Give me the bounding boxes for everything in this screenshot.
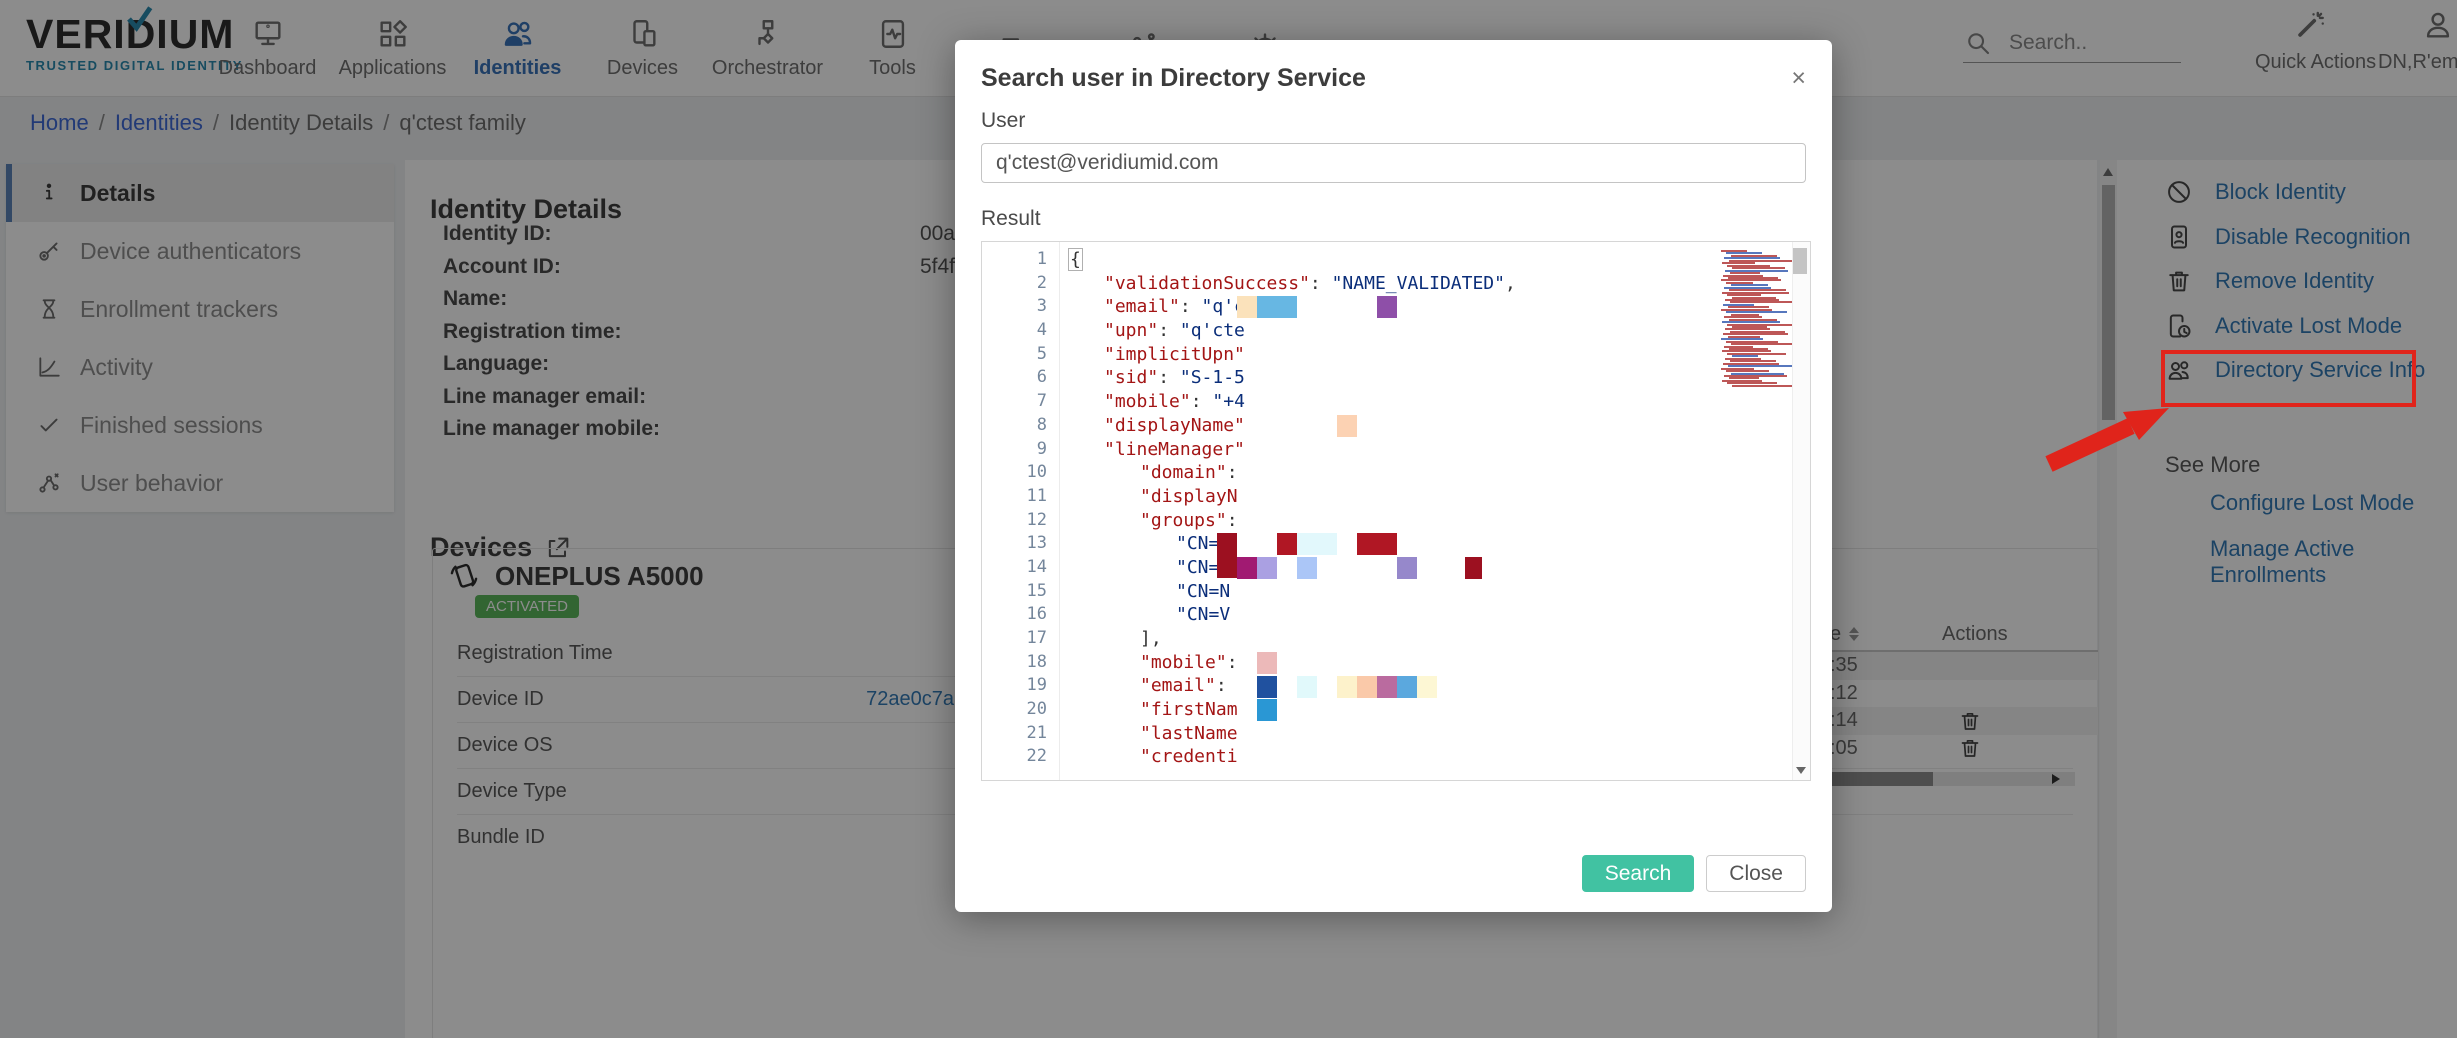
code-line: 12"groups": [982, 509, 1722, 533]
modal-title: Search user in Directory Service [981, 64, 1366, 93]
redaction-block [1337, 676, 1357, 698]
redaction-block [1237, 557, 1257, 579]
code-line: 4"upn": "q'cte [982, 319, 1722, 343]
line-number: 2 [982, 272, 1047, 296]
editor-scrollbar-thumb[interactable] [1793, 248, 1807, 274]
line-number: 12 [982, 509, 1047, 533]
line-number: 9 [982, 438, 1047, 462]
redaction-block [1417, 676, 1437, 698]
annotation-arrow [2035, 392, 2185, 472]
redaction-block [1377, 676, 1397, 698]
line-number: 18 [982, 651, 1047, 675]
line-number: 7 [982, 390, 1047, 414]
code-line: 1{ [982, 248, 1722, 272]
annotation-highlight-rect [2161, 350, 2416, 407]
redaction-block [1297, 533, 1337, 555]
redaction-block [1297, 557, 1317, 579]
redaction-block [1465, 557, 1482, 579]
redaction-block [1397, 557, 1417, 579]
editor-minimap [1719, 242, 1792, 780]
redaction-block [1337, 415, 1357, 437]
line-number: 16 [982, 603, 1047, 627]
redaction-block [1297, 676, 1317, 698]
redaction-block [1277, 533, 1297, 555]
line-number: 22 [982, 745, 1047, 769]
code-line: 15"CN=N [982, 580, 1722, 604]
line-number: 10 [982, 461, 1047, 485]
user-field-label: User [981, 109, 1806, 133]
modal-close-icon[interactable]: × [1791, 66, 1806, 91]
redaction-block [1257, 296, 1297, 318]
line-number: 17 [982, 627, 1047, 651]
user-input[interactable] [981, 143, 1806, 183]
code-line: 7"mobile": "+4 [982, 390, 1722, 414]
line-number: 20 [982, 698, 1047, 722]
close-button[interactable]: Close [1706, 855, 1806, 892]
line-number: 8 [982, 414, 1047, 438]
redaction-block [1257, 652, 1277, 674]
code-line: 14"CN=D [982, 556, 1722, 580]
line-number: 5 [982, 343, 1047, 367]
redaction-block [1257, 676, 1277, 698]
search-user-modal: Search user in Directory Service × User … [955, 40, 1832, 912]
redaction-block [1377, 296, 1397, 318]
redaction-block [1217, 533, 1237, 578]
redaction-block [1257, 557, 1277, 579]
line-number: 13 [982, 532, 1047, 556]
code-line: 3"email": "q'c [982, 295, 1722, 319]
line-number: 4 [982, 319, 1047, 343]
line-number: 19 [982, 674, 1047, 698]
code-line: 16"CN=V [982, 603, 1722, 627]
redaction-block [1237, 296, 1257, 318]
line-number: 3 [982, 295, 1047, 319]
line-number: 14 [982, 556, 1047, 580]
code-line: 17], [982, 627, 1722, 651]
code-line: 11"displayN [982, 485, 1722, 509]
code-line: 22"credenti [982, 745, 1722, 769]
line-number: 15 [982, 580, 1047, 604]
line-number: 11 [982, 485, 1047, 509]
editor-scroll-down-icon[interactable] [1796, 767, 1806, 774]
code-line: 20"firstNam [982, 698, 1722, 722]
redaction-block [1257, 699, 1277, 721]
result-json-editor[interactable]: 1{2"validationSuccess": "NAME_VALIDATED"… [981, 241, 1811, 781]
result-label: Result [981, 207, 1806, 231]
editor-scrollbar[interactable] [1792, 242, 1810, 780]
redaction-block [1397, 676, 1417, 698]
code-line: 13"CN=V [982, 532, 1722, 556]
line-number: 6 [982, 366, 1047, 390]
code-line: 2"validationSuccess": "NAME_VALIDATED", [982, 272, 1722, 296]
code-line: 9"lineManager" [982, 438, 1722, 462]
redaction-block [1357, 533, 1397, 555]
code-line: 21"lastName [982, 722, 1722, 746]
redaction-block [1357, 676, 1377, 698]
code-line: 10"domain": [982, 461, 1722, 485]
code-line: 6"sid": "S-1-5 [982, 366, 1722, 390]
code-line: 18"mobile": [982, 651, 1722, 675]
application-window: VERIDIUM TRUSTED DIGITAL IDENTITY Dashbo… [0, 0, 2457, 1038]
search-button[interactable]: Search [1582, 855, 1695, 892]
line-number: 21 [982, 722, 1047, 746]
line-number: 1 [982, 248, 1047, 272]
code-line: 5"implicitUpn" [982, 343, 1722, 367]
